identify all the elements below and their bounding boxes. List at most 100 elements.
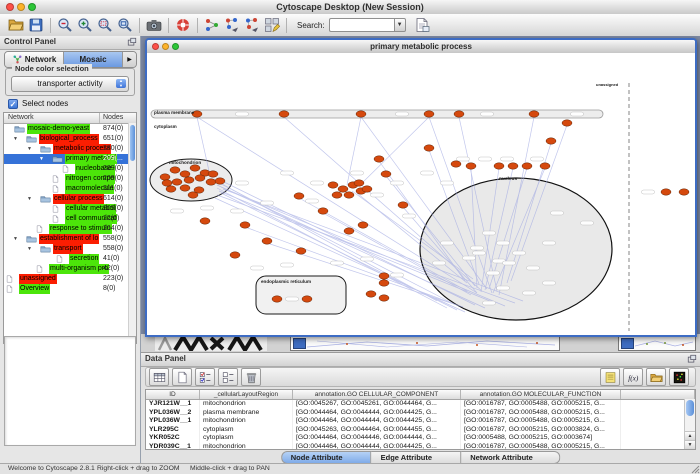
network-close-icon[interactable] [152,43,159,50]
tree-row[interactable]: nitrogen compo209(0) [4,174,136,184]
tree-row[interactable]: unassigned223(0) [4,274,136,284]
network-node[interactable] [318,208,328,214]
expander-icon[interactable]: ▼ [39,154,44,164]
network-node[interactable] [424,111,434,117]
resize-grip-icon[interactable] [690,464,700,474]
matrix-button[interactable] [669,368,689,386]
network-node[interactable] [172,179,182,185]
network-node[interactable] [162,180,172,186]
table-row[interactable]: YPL036W__2plasma membrane[GO:0044464, GO… [146,409,695,418]
column-header[interactable]: annotation.GO MOLECULAR_FUNCTION [461,390,621,399]
column-header[interactable]: _cellularLayoutRegion [200,390,293,399]
tree-row[interactable]: cellular metabol209(0) [4,204,136,214]
tree-scrollbar-thumb[interactable] [130,125,135,161]
network-view-window[interactable]: primary metabolic process plasma membran… [145,38,697,337]
network-node[interactable] [679,189,689,195]
network-node[interactable] [454,111,464,117]
tree-scrollbar[interactable] [128,123,136,343]
network-node[interactable] [354,180,364,186]
new-attribute-button[interactable] [172,368,192,386]
network-node[interactable] [398,202,408,208]
expander-icon[interactable]: ▼ [13,234,18,244]
table-scrollbar-thumb[interactable] [686,400,694,416]
network-node[interactable] [494,163,504,169]
float-panel-icon[interactable] [687,354,697,364]
tree-row[interactable]: nucleobase-209(0) [4,164,136,174]
column-header[interactable]: ID [146,390,200,399]
annotation-edit-icon[interactable] [264,17,280,33]
network-node[interactable] [184,177,194,183]
network-node[interactable] [508,163,518,169]
network-node[interactable] [170,167,180,173]
notes-button[interactable] [600,368,620,386]
network-node[interactable] [190,165,200,171]
help-icon[interactable] [175,17,191,33]
network-node[interactable] [208,171,218,177]
zoom-fit-icon[interactable] [117,17,133,33]
expander-icon[interactable]: ▼ [27,194,32,204]
zoom-in-icon[interactable] [77,17,93,33]
tree-row[interactable]: Overview8(0) [4,284,136,294]
network-node[interactable] [374,156,384,162]
network-node[interactable] [344,192,354,198]
snapshot-icon[interactable] [146,17,162,33]
network-node[interactable] [230,252,240,258]
network-node[interactable] [195,175,205,181]
column-header[interactable]: annotation.GO CELLULAR_COMPONENT [293,390,461,399]
network-node[interactable] [188,192,198,198]
network-node[interactable] [272,296,282,302]
network-node[interactable] [338,186,348,192]
network-node[interactable] [180,185,190,191]
network-node[interactable] [540,163,550,169]
network-node[interactable] [215,178,225,184]
network-node[interactable] [206,179,216,185]
search-doc-icon[interactable] [414,17,430,33]
network-node[interactable] [332,192,342,198]
network-node[interactable] [262,238,272,244]
table-row[interactable]: YDR039C__1mitochondrion[GO:0044464, GO:0… [146,443,695,451]
vizmapper-icon-b[interactable] [244,17,260,33]
network-node[interactable] [466,163,476,169]
table-row[interactable]: YJR121W__1mitochondrion[GO:0045267, GO:0… [146,400,695,409]
tree-row[interactable]: cell communicat22(0) [4,214,136,224]
birds-eye-view[interactable] [4,336,136,446]
close-window-icon[interactable] [6,3,14,11]
network-node[interactable] [344,228,354,234]
background-overview-window[interactable] [155,335,267,351]
tree-row[interactable]: ▼metabolic process280(0) [4,144,136,154]
select-attributes-button[interactable] [195,368,215,386]
tree-row[interactable]: macromolecule311(0) [4,184,136,194]
network-node[interactable] [362,186,372,192]
network-node[interactable] [356,111,366,117]
network-node[interactable] [379,273,389,279]
expander-icon[interactable]: ▼ [27,144,32,154]
vizmapper-icon-a[interactable] [224,17,240,33]
formula-button[interactable]: f(x) [623,368,643,386]
node-color-dropdown[interactable]: transporter activity ▲▼ [11,76,129,92]
network-zoom-icon[interactable] [172,43,179,50]
unselect-attributes-button[interactable] [218,368,238,386]
network-view-titlebar[interactable]: primary metabolic process [147,40,695,54]
minimize-window-icon[interactable] [17,3,25,11]
attribute-table-header[interactable]: ID_cellularLayoutRegionannotation.GO CEL… [146,390,695,400]
network-node[interactable] [424,145,434,151]
tree-row[interactable]: ▼transport558(0) [4,244,136,254]
network-node[interactable] [379,295,389,301]
network-minimize-icon[interactable] [162,43,169,50]
table-row[interactable]: YLR295Ccytoplasm[GO:0045263, GO:0044464,… [146,426,695,435]
save-icon[interactable] [28,17,44,33]
network-node[interactable] [279,111,289,117]
attribute-table-button[interactable] [149,368,169,386]
network-node[interactable] [546,138,556,144]
expander-icon[interactable]: ▼ [13,134,18,144]
search-input[interactable] [329,18,394,32]
network-node[interactable] [381,171,391,177]
network-node[interactable] [451,161,461,167]
tree-row[interactable]: response to stimulu264(0) [4,224,136,234]
tree-row[interactable]: ▼primary metabol209(... [4,154,136,164]
network-node[interactable] [166,186,176,192]
network-node[interactable] [358,222,368,228]
expander-icon[interactable]: ▼ [27,244,32,254]
open-file-icon[interactable] [8,17,24,33]
network-node[interactable] [661,189,671,195]
